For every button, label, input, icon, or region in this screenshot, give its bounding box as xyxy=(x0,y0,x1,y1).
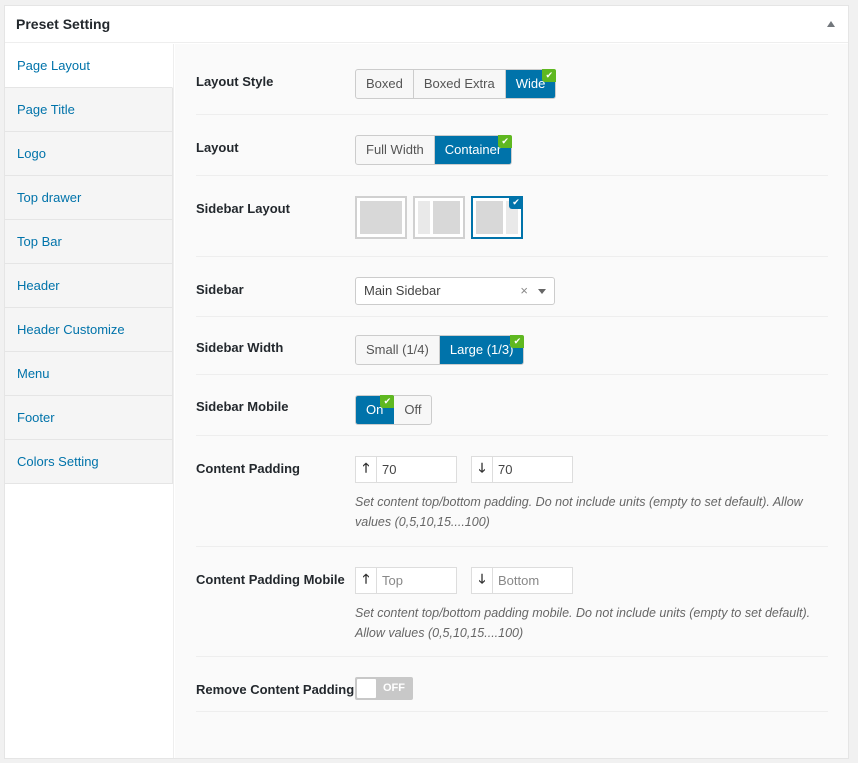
tab-colors-setting[interactable]: Colors Setting xyxy=(5,440,173,484)
layout-full-width-button[interactable]: Full Width xyxy=(356,136,435,164)
content-padding-mobile-bottom: 🡓 xyxy=(471,567,573,594)
tab-page-title[interactable]: Page Title xyxy=(5,88,173,132)
content-padding-label: Content Padding xyxy=(196,461,300,476)
content-padding-top: 🡑 xyxy=(355,456,457,483)
settings-content: Layout Style Boxed Boxed Extra Wide ✔ La… xyxy=(175,44,848,758)
layout-style-boxed-button[interactable]: Boxed xyxy=(356,70,414,98)
row-content-padding: Content Padding 🡑 🡓 Set content top/bott… xyxy=(196,436,828,547)
sidebar-mobile-on-button[interactable]: On ✔ xyxy=(356,395,395,424)
content-padding-mobile-field: 🡑 🡓 xyxy=(355,567,573,594)
layout-main-area xyxy=(476,201,503,234)
chevron-down-icon[interactable] xyxy=(538,289,546,294)
layout-style-group: Boxed Boxed Extra Wide ✔ xyxy=(355,69,557,99)
sidebar-mobile-off-button[interactable]: Off xyxy=(394,396,431,424)
switch-state: OFF xyxy=(383,682,405,694)
layout-field: Full Width Container ✔ xyxy=(355,135,513,165)
layout-sidebar-area xyxy=(418,201,430,234)
row-sidebar-width: Sidebar Width Small (1/4) Large (1/3) ✔ xyxy=(196,317,828,375)
content-padding-mobile-inputs: 🡑 🡓 xyxy=(355,567,573,594)
tab-header-customize[interactable]: Header Customize xyxy=(5,308,173,352)
row-content-padding-mobile: Content Padding Mobile 🡑 🡓 Set content t… xyxy=(196,547,828,657)
sidebar-layout-left-option[interactable] xyxy=(413,196,465,239)
remove-content-padding-field: OFF xyxy=(355,677,413,700)
panel-header[interactable]: Preset Setting xyxy=(5,6,848,43)
content-padding-description: Set content top/bottom padding. Do not i… xyxy=(355,495,803,529)
tab-page-layout[interactable]: Page Layout xyxy=(5,44,173,88)
sidebar-width-small-button[interactable]: Small (1/4) xyxy=(356,336,440,364)
content-padding-bottom: 🡓 xyxy=(471,456,573,483)
sidebar-select-value: Main Sidebar xyxy=(364,283,441,298)
sidebar-layout-options: ✔ xyxy=(355,196,523,239)
remove-content-padding-switch[interactable]: OFF xyxy=(355,677,413,700)
sidebar-width-large-button[interactable]: Large (1/3) ✔ xyxy=(439,335,525,364)
content-padding-mobile-top: 🡑 xyxy=(355,567,457,594)
layout-style-wide-label: Wide xyxy=(515,76,546,91)
tab-top-bar[interactable]: Top Bar xyxy=(5,220,173,264)
tab-footer[interactable]: Footer xyxy=(5,396,173,440)
sidebar-mobile-label: Sidebar Mobile xyxy=(196,399,289,414)
clear-icon[interactable]: × xyxy=(520,278,528,304)
content-padding-field: 🡑 🡓 xyxy=(355,456,573,483)
sidebar-layout-field: ✔ xyxy=(355,196,523,239)
layout-label: Layout xyxy=(196,140,239,155)
layout-group: Full Width Container ✔ xyxy=(355,135,513,165)
layout-container-button[interactable]: Container ✔ xyxy=(434,135,513,164)
layout-main-area xyxy=(433,201,460,234)
tab-logo[interactable]: Logo xyxy=(5,132,173,176)
row-layout-style: Layout Style Boxed Boxed Extra Wide ✔ xyxy=(196,60,828,115)
check-icon: ✔ xyxy=(380,395,395,408)
arrow-up-icon: 🡑 xyxy=(356,568,376,593)
content-padding-mobile-bottom-input[interactable] xyxy=(492,568,572,593)
content-padding-top-input[interactable] xyxy=(376,457,456,482)
check-icon: ✔ xyxy=(542,69,557,82)
remove-content-padding-label: Remove Content Padding xyxy=(196,682,355,697)
sidebar-layout-right-option[interactable]: ✔ xyxy=(471,196,523,239)
layout-style-wide-button[interactable]: Wide ✔ xyxy=(505,69,557,98)
sidebar-mobile-field: On ✔ Off xyxy=(355,395,433,425)
check-icon: ✔ xyxy=(510,335,525,348)
content-padding-bottom-input[interactable] xyxy=(492,457,572,482)
tab-menu[interactable]: Menu xyxy=(5,352,173,396)
preset-setting-panel: Preset Setting Page Layout Page Title Lo… xyxy=(4,5,849,759)
content-padding-mobile-description: Set content top/bottom padding mobile. D… xyxy=(355,606,811,640)
sidebar-width-group: Small (1/4) Large (1/3) ✔ xyxy=(355,335,525,365)
row-layout: Layout Full Width Container ✔ xyxy=(196,115,828,176)
sidebar-layout-label: Sidebar Layout xyxy=(196,201,290,216)
check-icon: ✔ xyxy=(509,196,523,209)
sidebar-width-field: Small (1/4) Large (1/3) ✔ xyxy=(355,335,525,365)
arrow-down-icon: 🡓 xyxy=(472,457,492,482)
layout-style-boxed-extra-button[interactable]: Boxed Extra xyxy=(414,70,506,98)
arrow-down-icon: 🡓 xyxy=(472,568,492,593)
layout-style-label: Layout Style xyxy=(196,74,274,89)
collapse-arrow-icon[interactable] xyxy=(827,21,835,27)
row-sidebar-layout: Sidebar Layout ✔ xyxy=(196,176,828,257)
content-padding-mobile-label: Content Padding Mobile xyxy=(196,572,345,587)
sidebar-label: Sidebar xyxy=(196,282,244,297)
tab-header[interactable]: Header xyxy=(5,264,173,308)
content-padding-inputs: 🡑 🡓 xyxy=(355,456,573,483)
layout-main-area xyxy=(360,201,402,234)
check-icon: ✔ xyxy=(498,135,513,148)
switch-knob xyxy=(357,679,376,698)
tab-list: Page Layout Page Title Logo Top drawer T… xyxy=(5,44,174,484)
sidebar-mobile-group: On ✔ Off xyxy=(355,395,433,425)
sidebar-width-label: Sidebar Width xyxy=(196,340,284,355)
arrow-up-icon: 🡑 xyxy=(356,457,376,482)
tab-list-spacer xyxy=(5,484,174,758)
sidebar-width-large-label: Large (1/3) xyxy=(449,342,514,357)
panel-title: Preset Setting xyxy=(16,16,111,32)
row-remove-content-padding: Remove Content Padding OFF xyxy=(196,657,828,712)
tab-top-drawer[interactable]: Top drawer xyxy=(5,176,173,220)
sidebar-layout-none-option[interactable] xyxy=(355,196,407,239)
sidebar-select[interactable]: Main Sidebar × xyxy=(355,277,555,305)
content-padding-mobile-top-input[interactable] xyxy=(376,568,456,593)
layout-style-field: Boxed Boxed Extra Wide ✔ xyxy=(355,69,557,99)
layout-container-label: Container xyxy=(444,142,502,157)
sidebar-field: Main Sidebar × xyxy=(355,277,555,305)
row-sidebar-mobile: Sidebar Mobile On ✔ Off xyxy=(196,375,828,436)
row-sidebar: Sidebar Main Sidebar × xyxy=(196,257,828,317)
